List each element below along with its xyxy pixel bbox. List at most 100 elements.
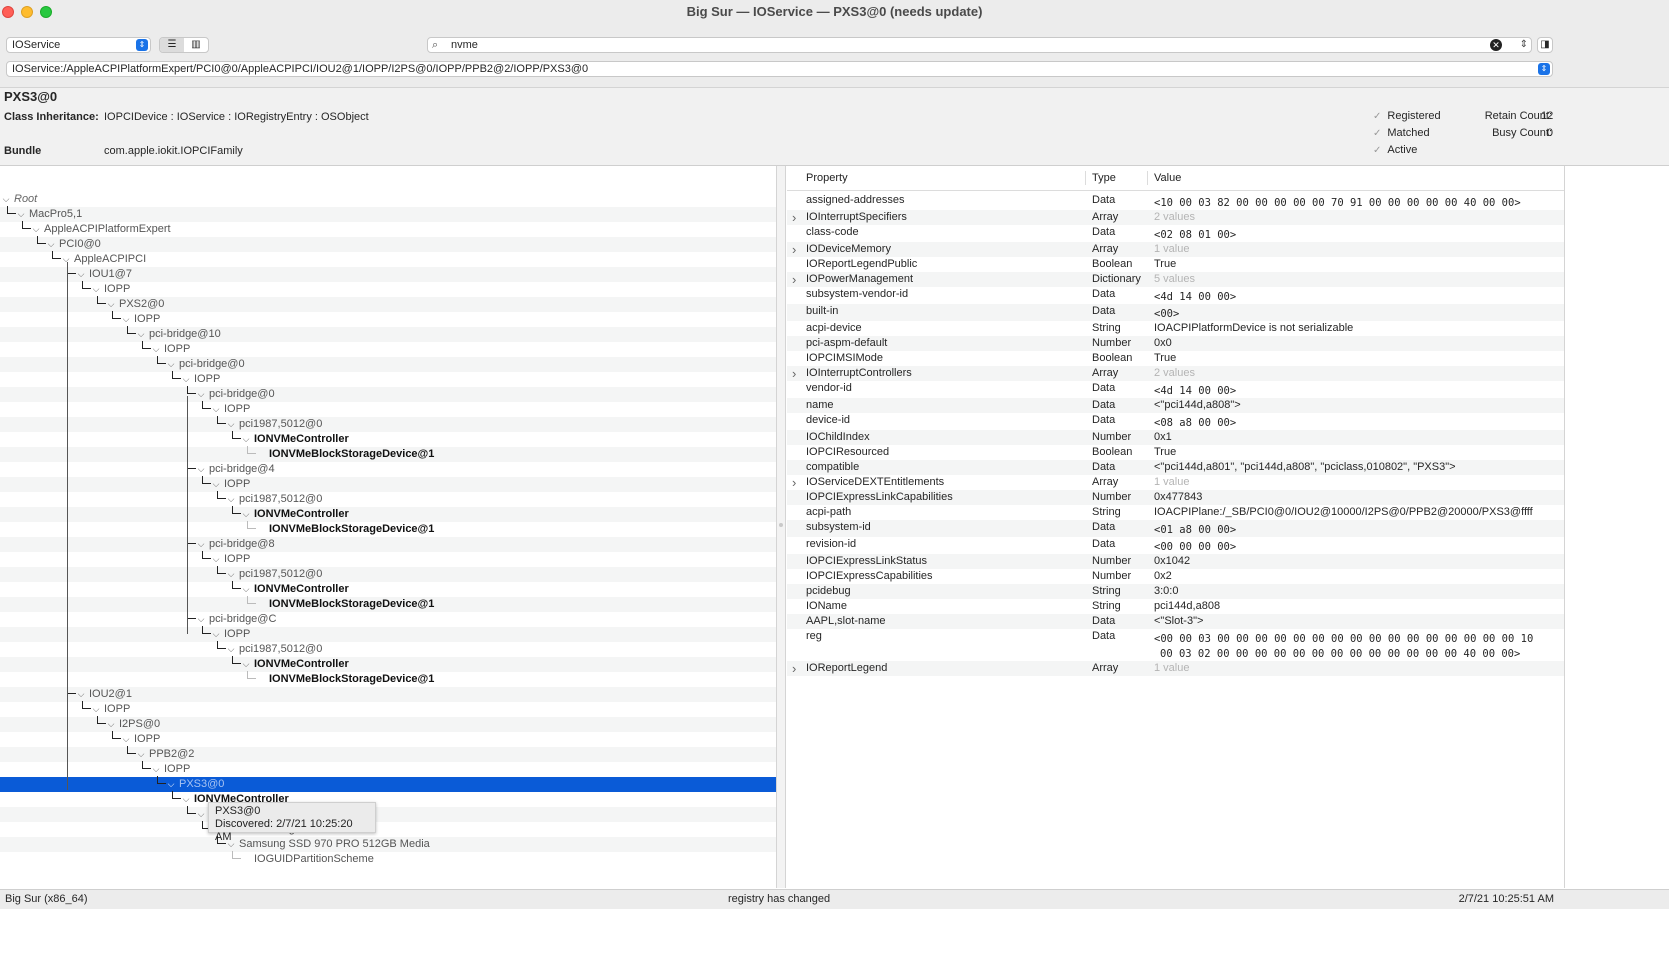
- tree-row[interactable]: ⌵ pci-bridge@C: [0, 611, 776, 627]
- property-row[interactable]: revision-id Data <00 00 00 00>: [787, 537, 1565, 554]
- tree-row[interactable]: ⌵ PXS2@0: [0, 296, 776, 312]
- disclosure-chevron-icon[interactable]: ⌵: [211, 552, 221, 567]
- disclosure-chevron-icon[interactable]: ⌵: [121, 312, 131, 327]
- column-header-value[interactable]: Value: [1154, 172, 1181, 184]
- disclosure-chevron-icon[interactable]: ⌵: [211, 402, 221, 417]
- tree-row[interactable]: ⌵IONVMeBlockStorageDevice@1: [0, 806, 776, 822]
- disclosure-chevron-icon[interactable]: ›: [792, 242, 796, 257]
- inspector-toggle-icon[interactable]: ◨: [1537, 37, 1553, 53]
- tree-row[interactable]: ⌵ IOPP: [0, 626, 776, 642]
- disclosure-chevron-icon[interactable]: ⌵: [151, 762, 161, 777]
- disclosure-chevron-icon[interactable]: ›: [792, 475, 796, 490]
- property-row[interactable]: IOReportLegendPublic Boolean True: [787, 257, 1565, 272]
- split-view-divider[interactable]: [777, 166, 786, 888]
- disclosure-chevron-icon[interactable]: ⌵: [196, 612, 206, 627]
- tree-row[interactable]: ⌵ IOPP: [0, 401, 776, 417]
- tree-row[interactable]: ⌵ PXS3@0: [0, 776, 776, 792]
- tree-row[interactable]: ⌵ pci1987,5012@0: [0, 416, 776, 432]
- disclosure-chevron-icon[interactable]: ⌵: [91, 282, 101, 297]
- property-row[interactable]: IOPCIExpressCapabilities Number 0x2: [787, 569, 1565, 584]
- disclosure-chevron-icon[interactable]: ⌵: [91, 702, 101, 717]
- tree-row[interactable]: ⌵IOBlockStorageDriver: [0, 821, 776, 837]
- disclosure-chevron-icon[interactable]: ⌵: [226, 492, 236, 507]
- tree-row[interactable]: ⌵ IOPP: [0, 731, 776, 747]
- disclosure-chevron-icon[interactable]: ⌵: [1, 192, 11, 207]
- disclosure-chevron-icon[interactable]: ⌵: [76, 687, 86, 702]
- disclosure-chevron-icon[interactable]: ⌵: [106, 297, 116, 312]
- tree-row[interactable]: ⌵ PCI0@0: [0, 236, 776, 252]
- tree-row[interactable]: IONVMeBlockStorageDevice@1: [0, 596, 776, 612]
- property-row[interactable]: subsystem-vendor-id Data <4d 14 00 00>: [787, 287, 1565, 304]
- tree-row[interactable]: ⌵ IOPP: [0, 311, 776, 327]
- search-field[interactable]: ⌕ nvme ✕ ⇕: [427, 37, 1532, 53]
- path-field[interactable]: IOService:/AppleACPIPlatformExpert/PCI0@…: [6, 61, 1553, 77]
- property-row[interactable]: assigned-addresses Data <10 00 03 82 00 00…: [787, 193, 1565, 210]
- property-row[interactable]: › IODeviceMemory Array 1 value: [787, 242, 1565, 257]
- tree-row[interactable]: ⌵ IOPP: [0, 341, 776, 357]
- disclosure-chevron-icon[interactable]: ›: [792, 272, 796, 287]
- disclosure-chevron-icon[interactable]: ⌵: [241, 507, 251, 522]
- disclosure-chevron-icon[interactable]: ⌵: [196, 537, 206, 552]
- column-header-property[interactable]: Property: [806, 172, 848, 184]
- property-row[interactable]: acpi-device String IOACPIPlatformDevice is…: [787, 321, 1565, 336]
- search-options-stepper[interactable]: ⇕: [1520, 37, 1528, 52]
- disclosure-chevron-icon[interactable]: ›: [792, 366, 796, 381]
- tree-row[interactable]: ⌵ AppleACPIPCI: [0, 251, 776, 267]
- property-row[interactable]: › IOPowerManagement Dictionary 5 values: [787, 272, 1565, 287]
- tree-row[interactable]: IONVMeBlockStorageDevice@1: [0, 671, 776, 687]
- tree-row[interactable]: ⌵ IONVMeController: [0, 581, 776, 597]
- property-row[interactable]: › IOReportLegend Array 1 value: [787, 661, 1565, 676]
- disclosure-chevron-icon[interactable]: ⌵: [136, 327, 146, 342]
- disclosure-chevron-icon[interactable]: ⌵: [211, 627, 221, 642]
- property-row[interactable]: › IOInterruptControllers Array 2 values: [787, 366, 1565, 381]
- tree-row[interactable]: ⌵ pci1987,5012@0: [0, 491, 776, 507]
- tree-row[interactable]: ⌵ IONVMeController: [0, 506, 776, 522]
- disclosure-chevron-icon[interactable]: ⌵: [106, 717, 116, 732]
- property-row[interactable]: subsystem-id Data <01 a8 00 00>: [787, 520, 1565, 537]
- disclosure-chevron-icon[interactable]: ⌵: [166, 777, 176, 792]
- list-view-icon[interactable]: ☰: [160, 38, 184, 52]
- disclosure-chevron-icon[interactable]: ›: [792, 661, 796, 676]
- tree-row[interactable]: ⌵ I2PS@0: [0, 716, 776, 732]
- tree-row[interactable]: IONVMeBlockStorageDevice@1: [0, 521, 776, 537]
- property-row[interactable]: IOName String pci144d,a808: [787, 599, 1565, 614]
- tree-row[interactable]: ⌵ pci-bridge@0: [0, 356, 776, 372]
- tree-row[interactable]: ⌵ pci-bridge@10: [0, 326, 776, 342]
- disclosure-chevron-icon[interactable]: ⌵: [211, 477, 221, 492]
- property-row[interactable]: IOPCIExpressLinkStatus Number 0x1042: [787, 554, 1565, 569]
- disclosure-chevron-icon[interactable]: ⌵: [61, 252, 71, 267]
- property-row[interactable]: vendor-id Data <4d 14 00 00>: [787, 381, 1565, 398]
- disclosure-chevron-icon[interactable]: ⌵: [181, 792, 191, 807]
- disclosure-chevron-icon[interactable]: ⌵: [226, 417, 236, 432]
- disclosure-chevron-icon[interactable]: ⌵: [166, 357, 176, 372]
- tree-row[interactable]: ⌵ IONVMeController: [0, 791, 776, 807]
- disclosure-chevron-icon[interactable]: ⌵: [46, 237, 56, 252]
- search-input[interactable]: nvme: [451, 38, 478, 52]
- disclosure-chevron-icon[interactable]: ⌵: [196, 462, 206, 477]
- tree-row[interactable]: ⌵ IOPP: [0, 371, 776, 387]
- disclosure-chevron-icon[interactable]: ⌵: [241, 582, 251, 597]
- disclosure-chevron-icon[interactable]: ⌵: [181, 372, 191, 387]
- view-mode-segmented-control[interactable]: ☰ ▥: [159, 37, 209, 53]
- disclosure-chevron-icon[interactable]: ⌵: [16, 207, 26, 222]
- tree-row[interactable]: ⌵ pci-bridge@4: [0, 461, 776, 477]
- plane-select[interactable]: IOService ⇕: [6, 37, 151, 53]
- property-row[interactable]: AAPL,slot-name Data <"Slot-3">: [787, 614, 1565, 629]
- disclosure-chevron-icon[interactable]: ⌵: [241, 657, 251, 672]
- property-row[interactable]: reg Data <00 00 03 00 00 00 00 00 00 00 00…: [787, 629, 1565, 661]
- tree-row[interactable]: ⌵ Samsung SSD 970 PRO 512GB Media: [0, 836, 776, 852]
- tree-row[interactable]: ⌵ IOPP: [0, 761, 776, 777]
- tree-row[interactable]: ⌵ pci-bridge@8: [0, 536, 776, 552]
- property-row[interactable]: › IOServiceDEXTEntitlements Array 1 value: [787, 475, 1565, 490]
- disclosure-chevron-icon[interactable]: ⌵: [241, 432, 251, 447]
- disclosure-chevron-icon[interactable]: ⌵: [196, 807, 206, 822]
- disclosure-chevron-icon[interactable]: ›: [792, 210, 796, 225]
- property-row[interactable]: acpi-path String IOACPIPlane:/_SB/PCI0@0/I…: [787, 505, 1565, 520]
- tree-row[interactable]: ⌵ IOPP: [0, 701, 776, 717]
- column-header-type[interactable]: Type: [1092, 172, 1116, 184]
- disclosure-chevron-icon[interactable]: ⌵: [151, 342, 161, 357]
- disclosure-chevron-icon[interactable]: ⌵: [196, 387, 206, 402]
- disclosure-chevron-icon[interactable]: ⌵: [226, 642, 236, 657]
- property-row[interactable]: name Data <"pci144d,a808">: [787, 398, 1565, 413]
- disclosure-chevron-icon[interactable]: ⌵: [226, 567, 236, 582]
